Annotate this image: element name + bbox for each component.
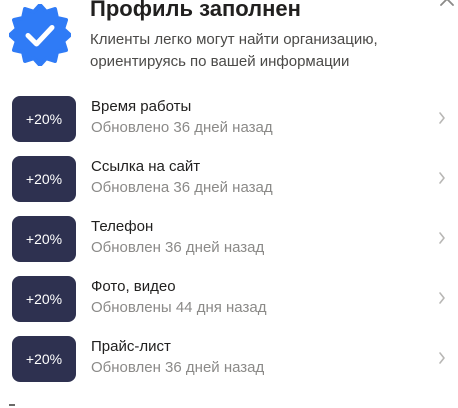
list-item-photo-video[interactable]: +20% Фото, видео Обновлены 44 дня назад bbox=[0, 273, 458, 333]
chevron-right-icon bbox=[439, 112, 445, 124]
item-status: Обновлена 36 дней назад bbox=[91, 179, 273, 196]
item-status: Обновлены 44 дня назад bbox=[91, 299, 267, 316]
collapse-button[interactable] bbox=[436, 0, 458, 12]
list-item-website-link[interactable]: +20% Ссылка на сайт Обновлена 36 дней на… bbox=[0, 153, 458, 213]
percent-badge: +20% bbox=[12, 276, 76, 322]
chevron-right-icon bbox=[439, 292, 445, 304]
chevron-right-icon bbox=[439, 352, 445, 364]
page-subtitle: Клиенты легко могут найти организацию, о… bbox=[90, 31, 378, 70]
chevron-right-icon bbox=[439, 172, 445, 184]
percent-badge: +20% bbox=[12, 336, 76, 382]
item-title: Ссылка на сайт bbox=[91, 158, 201, 175]
list-item-working-hours[interactable]: +20% Время работы Обновлено 36 дней наза… bbox=[0, 93, 458, 153]
percent-badge: +20% bbox=[12, 156, 76, 202]
list-item-price-list[interactable]: +20% Прайс-лист Обновлен 36 дней назад bbox=[0, 333, 458, 393]
percent-badge: +20% bbox=[12, 216, 76, 262]
item-status: Обновлен 36 дней назад bbox=[91, 359, 265, 376]
item-title: Фото, видео bbox=[91, 278, 176, 295]
item-status: Обновлен 36 дней назад bbox=[91, 239, 265, 256]
profile-header: Профиль заполнен Клиенты легко могут най… bbox=[0, 0, 458, 84]
percent-badge: +20% bbox=[12, 96, 76, 142]
item-title: Время работы bbox=[91, 98, 192, 115]
item-status: Обновлено 36 дней назад bbox=[91, 119, 273, 136]
verified-badge-icon bbox=[9, 4, 71, 66]
profile-items-list: +20% Время работы Обновлено 36 дней наза… bbox=[0, 93, 458, 393]
list-item-phone[interactable]: +20% Телефон Обновлен 36 дней назад bbox=[0, 213, 458, 273]
item-title: Прайс-лист bbox=[91, 338, 171, 355]
page-title: Профиль заполнен bbox=[90, 0, 301, 21]
chevron-up-icon bbox=[440, 0, 454, 6]
item-title: Телефон bbox=[91, 218, 154, 235]
divider bbox=[9, 404, 15, 406]
chevron-right-icon bbox=[439, 232, 445, 244]
